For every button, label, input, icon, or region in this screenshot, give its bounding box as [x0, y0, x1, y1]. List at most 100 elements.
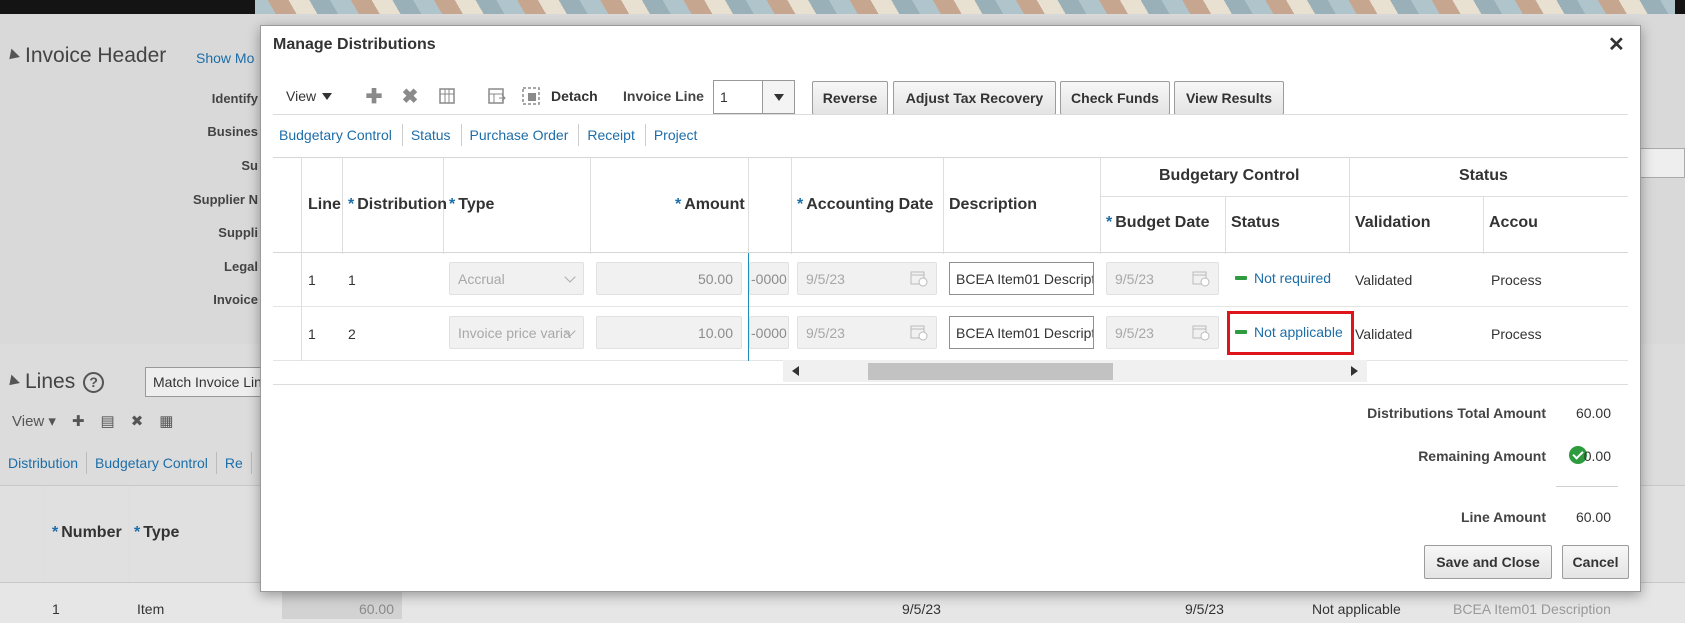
chevron-down-icon	[322, 92, 333, 100]
bc-status-link[interactable]: Not required	[1235, 270, 1331, 286]
link-distribution[interactable]: Distribution	[0, 452, 88, 474]
collapse-icon[interactable]	[5, 374, 20, 390]
scrollbar-thumb[interactable]	[868, 363, 1113, 380]
add-icon[interactable]: ✚	[72, 412, 85, 430]
export-icon[interactable]	[486, 86, 508, 108]
distributions-toolbar: View ✚ ✖ Detach Invoice Line 1 Reverse A…	[261, 78, 1642, 116]
legal-entity-label: Legal	[224, 259, 258, 274]
distributions-total-label: Distributions Total Amount	[1367, 405, 1546, 421]
link-budgetary-control[interactable]: Budgetary Control	[87, 452, 217, 474]
scroll-right-icon[interactable]	[1351, 366, 1358, 376]
detach-button[interactable]: Detach	[551, 88, 598, 104]
cell-accounting-date: 9/5/23	[797, 316, 937, 349]
column-budget-date[interactable]: * Budget Date	[1106, 214, 1209, 232]
cell-distribution: 2	[348, 326, 356, 342]
cell-accounting: Process	[1491, 272, 1542, 288]
invoice-line-select[interactable]: 1	[713, 80, 795, 114]
scroll-left-icon[interactable]	[792, 366, 799, 376]
column-description[interactable]: Description	[949, 196, 1037, 214]
document-icon[interactable]: ▤	[101, 412, 115, 430]
invoice-header-title[interactable]: Invoice Header	[5, 44, 166, 68]
link-status[interactable]: Status	[403, 124, 462, 146]
cell-type: Invoice price varia	[449, 316, 584, 349]
dropdown-button[interactable]	[762, 81, 794, 113]
cell-budget-date: 9/5/23	[1106, 316, 1219, 349]
calendar-icon	[1192, 271, 1210, 287]
cell-validation: Validated	[1355, 326, 1413, 342]
description-input[interactable]: BCEA Item01 Descript	[949, 316, 1094, 349]
check-funds-button[interactable]: Check Funds	[1060, 81, 1170, 115]
column-type[interactable]: * Type	[449, 196, 494, 214]
view-menu[interactable]: View ▾	[12, 412, 56, 430]
header-input-field[interactable]	[1638, 148, 1685, 178]
reverse-button[interactable]: Reverse	[812, 81, 888, 115]
link-budgetary-control[interactable]: Budgetary Control	[271, 124, 403, 146]
match-invoice-lines-button[interactable]: Match Invoice Lin	[145, 367, 265, 397]
cell-line: 1	[308, 272, 316, 288]
detach-icon[interactable]	[521, 86, 541, 108]
view-menu[interactable]: View	[286, 88, 333, 104]
link-receipt[interactable]: Receipt	[579, 124, 646, 146]
table-bottom-divider	[273, 384, 1628, 385]
description-input[interactable]: BCEA Item01 Descript	[949, 262, 1094, 295]
supplier-number-label: Supplier N	[192, 192, 258, 207]
column-distribution[interactable]: * Distribution	[348, 196, 447, 214]
summary-divider	[1556, 486, 1618, 487]
invoice-line-label: Invoice Line	[623, 88, 704, 104]
help-icon[interactable]: ?	[83, 371, 105, 393]
dialog-title: Manage Distributions	[273, 36, 436, 53]
toolbar-divider	[273, 114, 1628, 115]
save-and-close-button[interactable]: Save and Close	[1424, 545, 1552, 579]
column-line[interactable]: Line	[308, 196, 341, 214]
column-accounting[interactable]: Accou	[1489, 214, 1538, 232]
link-receipt[interactable]: Re	[217, 452, 252, 474]
remaining-amount-value: 0.00	[1583, 448, 1611, 464]
column-resize-marker	[748, 253, 749, 361]
column-group-budgetary-control: Budgetary Control	[1159, 167, 1300, 184]
distributions-table: Line * Distribution * Type * Amount * Accoun…	[273, 157, 1628, 362]
remaining-amount-label: Remaining Amount	[1418, 448, 1546, 464]
cell-account: -0000	[749, 316, 789, 349]
chevron-down-icon	[564, 271, 576, 283]
distributions-total-value: 60.00	[1575, 405, 1611, 421]
column-bc-status[interactable]: Status	[1231, 214, 1280, 232]
supplier-site-label: Suppli	[218, 225, 258, 240]
add-icon[interactable]: ✚	[363, 86, 385, 108]
column-validation[interactable]: Validation	[1355, 214, 1431, 232]
adjust-tax-recovery-button[interactable]: Adjust Tax Recovery	[893, 81, 1056, 115]
top-bar	[0, 0, 1685, 14]
chevron-down-icon	[773, 93, 784, 101]
row-type: Item	[137, 601, 165, 617]
table-header: Line * Distribution * Type * Amount * Accoun…	[273, 157, 1628, 254]
cell-accounting: Process	[1491, 326, 1542, 342]
row-budget-date: 9/5/23	[1185, 601, 1224, 617]
cell-distribution: 1	[348, 272, 356, 288]
identifying-po-label: Identify	[211, 91, 258, 106]
column-amount[interactable]: * Amount	[675, 196, 745, 214]
show-more-link[interactable]: Show Mo	[196, 50, 254, 66]
cell-accounting-date: 9/5/23	[797, 262, 937, 295]
cell-budget-date: 9/5/23	[1106, 262, 1219, 295]
column-accounting-date[interactable]: * Accounting Date	[797, 196, 933, 214]
table-row[interactable]: 1 1 Accrual 50.00 -0000 9/5/23 BCEA Item…	[273, 253, 1628, 307]
cancel-button[interactable]: Cancel	[1562, 545, 1629, 579]
link-purchase-order[interactable]: Purchase Order	[462, 124, 580, 146]
calendar-icon	[910, 271, 928, 287]
lines-toolbar: View ▾ ✚ ▤ ✖ ▦	[12, 412, 173, 430]
delete-icon[interactable]: ✖	[131, 412, 144, 430]
invoice-group-label: Invoice	[213, 292, 258, 307]
cell-type: Accrual	[449, 262, 584, 295]
link-project[interactable]: Project	[646, 124, 708, 146]
delete-icon[interactable]: ✖	[399, 86, 421, 108]
freeze-columns-icon[interactable]: ▦	[159, 412, 173, 430]
freeze-columns-icon[interactable]	[437, 86, 459, 108]
table-row[interactable]: 1 2 Invoice price varia 10.00 -0000 9/5/…	[273, 307, 1628, 361]
invoice-line-value: 1	[720, 89, 728, 105]
view-results-button[interactable]: View Results	[1174, 81, 1284, 115]
collapse-icon[interactable]	[5, 48, 20, 64]
horizontal-scrollbar[interactable]	[783, 360, 1367, 382]
calendar-icon	[910, 325, 928, 341]
close-icon[interactable]: ✕	[1608, 32, 1625, 57]
lines-title[interactable]: Lines ?	[5, 370, 105, 394]
row-status: Not applicable	[1312, 601, 1401, 617]
